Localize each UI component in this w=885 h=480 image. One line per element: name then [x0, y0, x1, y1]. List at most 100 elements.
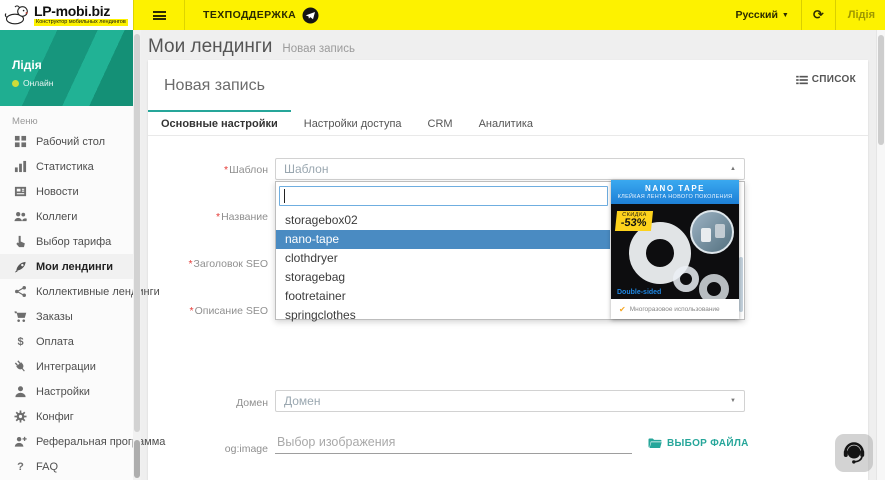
tape-roll-graphic: [699, 274, 729, 299]
og-image-input[interactable]: [275, 433, 632, 454]
sidebar-item-config[interactable]: Конфиг: [0, 404, 133, 429]
refresh-button[interactable]: ⟳: [802, 0, 835, 30]
option-clothdryer[interactable]: clothdryer: [276, 249, 610, 268]
tab-label: Основные настройки: [161, 118, 278, 130]
sidebar-user-name: Лідія: [12, 58, 133, 72]
domain-select[interactable]: Домен ▼: [275, 390, 745, 412]
page-scrollbar-thumb[interactable]: [878, 35, 884, 145]
sidebar-item-colleagues[interactable]: Коллеги: [0, 204, 133, 229]
required-asterisk: *: [190, 305, 194, 317]
list-button-label: СПИСОК: [812, 74, 856, 85]
sidebar-item-statistics[interactable]: Статистика: [0, 154, 133, 179]
sidebar-item-my-landings[interactable]: Мои лендинги: [0, 254, 133, 279]
chevron-down-icon: ▼: [782, 12, 789, 19]
language-label: Русский: [735, 9, 777, 21]
dollar-icon: $: [13, 336, 28, 348]
sidebar: Лідія Онлайн Меню Рабочий стол Статистик…: [0, 30, 133, 480]
discount-badge: СКИДКА -53%: [615, 211, 653, 231]
hamburger-icon: [153, 11, 166, 20]
sidebar-scrollbar-thumb[interactable]: [134, 34, 140, 432]
sidebar-item-news[interactable]: Новости: [0, 179, 133, 204]
news-icon: [13, 185, 28, 198]
caret-up-icon: ▲: [730, 166, 736, 172]
template-dropdown: storagebox02 nano-tape clothdryer storag…: [275, 181, 745, 320]
topbar-username[interactable]: Лідія: [836, 0, 885, 30]
tape-roll-graphic: [673, 266, 699, 292]
sidebar-item-label: FAQ: [36, 461, 58, 473]
folder-icon: [648, 438, 662, 449]
sidebar-item-collective-landings[interactable]: Коллективные лендинги: [0, 279, 133, 304]
required-asterisk: *: [188, 258, 192, 270]
option-storagebox02[interactable]: storagebox02: [276, 211, 610, 230]
template-select[interactable]: Шаблон ▲: [275, 158, 745, 180]
required-asterisk: *: [224, 164, 228, 176]
form-area: *Шаблон *Название *Заголовок SEO *Описан…: [148, 137, 868, 480]
preview-feature-label: Double-sided: [617, 289, 661, 296]
name-field-label: *Название: [148, 211, 268, 223]
sidebar-menu: Рабочий стол Статистика Новости Коллеги …: [0, 129, 133, 479]
page-scrollbar[interactable]: [876, 30, 885, 480]
app-logo[interactable]: LP-mobi.biz Конструктор мобильных лендин…: [0, 0, 133, 30]
language-selector[interactable]: Русский ▼: [723, 0, 800, 30]
tariff-hand-icon: [13, 235, 28, 248]
seo-description-field-label: *Описание SEO: [148, 305, 268, 317]
sidebar-item-faq[interactable]: ? FAQ: [0, 454, 133, 479]
option-footretainer[interactable]: footretainer: [276, 287, 610, 306]
tab-access-settings[interactable]: Настройки доступа: [291, 110, 415, 135]
sidebar-item-orders[interactable]: Заказы: [0, 304, 133, 329]
file-select-label: ВЫБОР ФАЙЛА: [667, 438, 749, 449]
seo-title-field-label: *Заголовок SEO: [148, 258, 268, 270]
preview-footer: ✔ Многоразовое использование: [611, 299, 739, 319]
support-label: ТЕХПОДДЕРЖКА: [203, 9, 296, 21]
tab-label: Настройки доступа: [304, 118, 402, 130]
sidebar-item-payment[interactable]: $ Оплата: [0, 329, 133, 354]
option-nano-tape[interactable]: nano-tape: [276, 230, 610, 249]
cart-icon: [13, 310, 28, 323]
support-chat-button[interactable]: [835, 434, 873, 472]
sidebar-item-integrations[interactable]: Интеграции: [0, 354, 133, 379]
dropdown-scrollbar[interactable]: [739, 257, 743, 312]
template-field-label: *Шаблон: [148, 164, 268, 176]
sidebar-item-settings[interactable]: Настройки: [0, 379, 133, 404]
stats-icon: [13, 160, 28, 173]
check-icon: ✔: [619, 305, 626, 314]
telegram-icon: [302, 7, 319, 24]
sidebar-item-tariff[interactable]: Выбор тарифа: [0, 229, 133, 254]
preview-product-image: СКИДКА -53% Double-sided: [611, 204, 739, 299]
tab-analytics[interactable]: Аналитика: [466, 110, 546, 135]
menu-section-label: Меню: [0, 106, 133, 129]
sidebar-item-label: Интеграции: [36, 361, 96, 373]
preview-subtitle: КЛЕЙКАЯ ЛЕНТА НОВОГО ПОКОЛЕНИЯ: [618, 194, 733, 200]
user-plus-icon: [13, 435, 28, 448]
tab-label: Аналитика: [479, 118, 533, 130]
domain-select-placeholder: Домен: [284, 394, 730, 408]
logo-tagline: Конструктор мобильных лендингов: [34, 19, 128, 27]
sidebar-user-status: Онлайн: [12, 78, 133, 88]
file-select-button[interactable]: ВЫБОР ФАЙЛА: [648, 438, 749, 449]
logo-text: LP-mobi.biz Конструктор мобильных лендин…: [34, 4, 128, 27]
list-button[interactable]: СПИСОК: [796, 74, 856, 85]
tab-crm[interactable]: CRM: [415, 110, 466, 135]
option-storagebag[interactable]: storagebag: [276, 268, 610, 287]
text-cursor: [284, 189, 285, 203]
sidebar-scrollbar[interactable]: [133, 30, 141, 480]
sidebar-item-dashboard[interactable]: Рабочий стол: [0, 129, 133, 154]
gears-icon: [13, 410, 28, 423]
sidebar-item-label: Мои лендинги: [36, 261, 113, 273]
sidebar-item-referral[interactable]: Реферальная программа: [0, 429, 133, 454]
sidebar-user-panel: Лідія Онлайн: [0, 30, 133, 106]
tab-label: CRM: [428, 118, 453, 130]
headset-icon: [840, 439, 868, 467]
support-link[interactable]: ТЕХПОДДЕРЖКА: [185, 0, 337, 30]
template-search-input[interactable]: [279, 186, 608, 206]
preview-title: NANO TAPE: [645, 184, 705, 193]
tab-main-settings[interactable]: Основные настройки: [148, 110, 291, 135]
menu-toggle-button[interactable]: [133, 0, 185, 30]
preview-header: NANO TAPE КЛЕЙКАЯ ЛЕНТА НОВОГО ПОКОЛЕНИЯ: [611, 180, 739, 204]
sidebar-scrollbar-end: [134, 440, 140, 478]
sidebar-item-label: Настройки: [36, 386, 90, 398]
colleagues-icon: [13, 210, 28, 223]
logo-title: LP-mobi.biz: [34, 4, 128, 18]
page-head: Мои лендинги Новая запись: [148, 36, 355, 58]
option-springclothes[interactable]: springclothes: [276, 306, 610, 325]
